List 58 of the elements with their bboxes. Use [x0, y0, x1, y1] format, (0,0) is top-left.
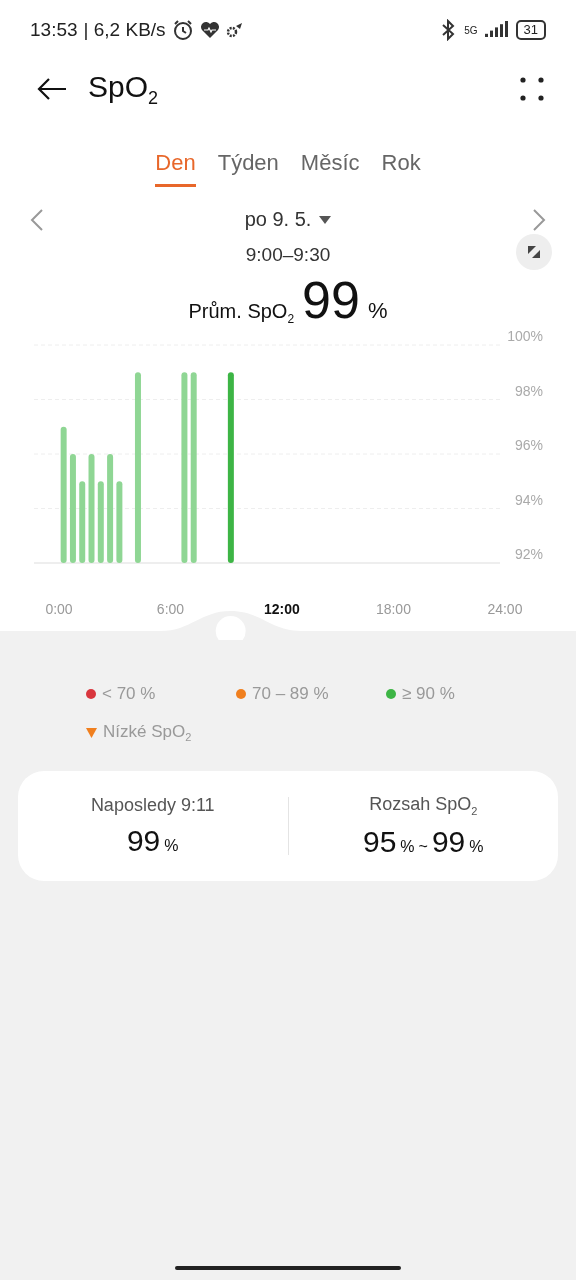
unit: % — [400, 837, 415, 856]
axis-label: 94% — [514, 491, 543, 508]
date-picker[interactable]: po 9. 5. — [238, 207, 338, 232]
spo2-bar[interactable] — [97, 481, 104, 563]
period-tab[interactable]: Den — [155, 144, 196, 187]
spo2-bar[interactable] — [69, 454, 76, 563]
spo2-bar[interactable] — [181, 372, 188, 563]
network-type: 5G — [464, 24, 478, 36]
average-value: 99 — [302, 270, 360, 330]
period-tab[interactable]: Rok — [381, 144, 421, 187]
summary-value: 99 — [431, 824, 466, 859]
axis-label: 92% — [514, 546, 543, 562]
axis-label: 100% — [507, 330, 543, 344]
unit: % — [164, 836, 179, 855]
signal-icon — [483, 21, 510, 39]
more-button[interactable] — [520, 77, 544, 101]
axis-label: 98% — [514, 382, 543, 399]
clock: 13:53 — [30, 19, 78, 41]
expand-icon — [527, 245, 541, 259]
period-tab[interactable]: Měsíc — [300, 144, 360, 187]
summary-label: Naposledy 9:11 — [90, 794, 215, 816]
axis-label: 6:00 — [156, 601, 185, 617]
network-speed: | 6,2 KB/s — [83, 19, 166, 41]
legend-label: < 70 % — [102, 684, 156, 704]
next-button[interactable] — [532, 207, 546, 232]
legend-label: ≥ 90 % — [402, 684, 455, 704]
heart-icon — [199, 21, 220, 39]
legend-label: 70 – 89 % — [252, 684, 329, 704]
spo2-bar[interactable] — [88, 454, 95, 563]
axis-label: 18:00 — [375, 601, 411, 617]
page-title: SpO$_{2}$ — [88, 69, 160, 109]
summary-label: Rozsah SpO$_{2}$ — [369, 794, 478, 817]
alarm-icon — [171, 19, 194, 41]
unit: % — [469, 837, 484, 856]
battery-level: 31 — [515, 20, 546, 40]
spo2-bar[interactable] — [116, 481, 123, 563]
spo2-bar[interactable] — [134, 372, 141, 563]
spo2-bar[interactable] — [60, 426, 67, 563]
time-range: 9:00–9:30 — [245, 244, 331, 266]
axis-label: 0:00 — [45, 601, 73, 617]
spo2-bar[interactable] — [107, 454, 114, 563]
spo2-bar[interactable] — [79, 481, 86, 563]
axis-label: 24:00 — [487, 601, 523, 617]
axis-label: 12:00 — [264, 601, 300, 617]
unit: % — [367, 298, 388, 324]
period-tab[interactable]: Týden — [217, 144, 279, 187]
average-label: Prům. SpO$_{2}$ — [188, 300, 295, 326]
legend-label: Nízké SpO$_{2}$ — [103, 722, 192, 744]
back-button[interactable] — [36, 77, 68, 101]
spo2-bar[interactable] — [190, 372, 197, 563]
expand-button[interactable] — [516, 234, 552, 270]
summary-value: 95 — [362, 824, 397, 859]
spo2-bar[interactable] — [227, 372, 234, 563]
summary-value: 99 — [126, 823, 161, 858]
range-separator: ~ — [418, 837, 428, 856]
previous-button[interactable] — [30, 207, 44, 232]
caret-icon — [319, 214, 332, 225]
axis-label: 96% — [514, 437, 543, 453]
